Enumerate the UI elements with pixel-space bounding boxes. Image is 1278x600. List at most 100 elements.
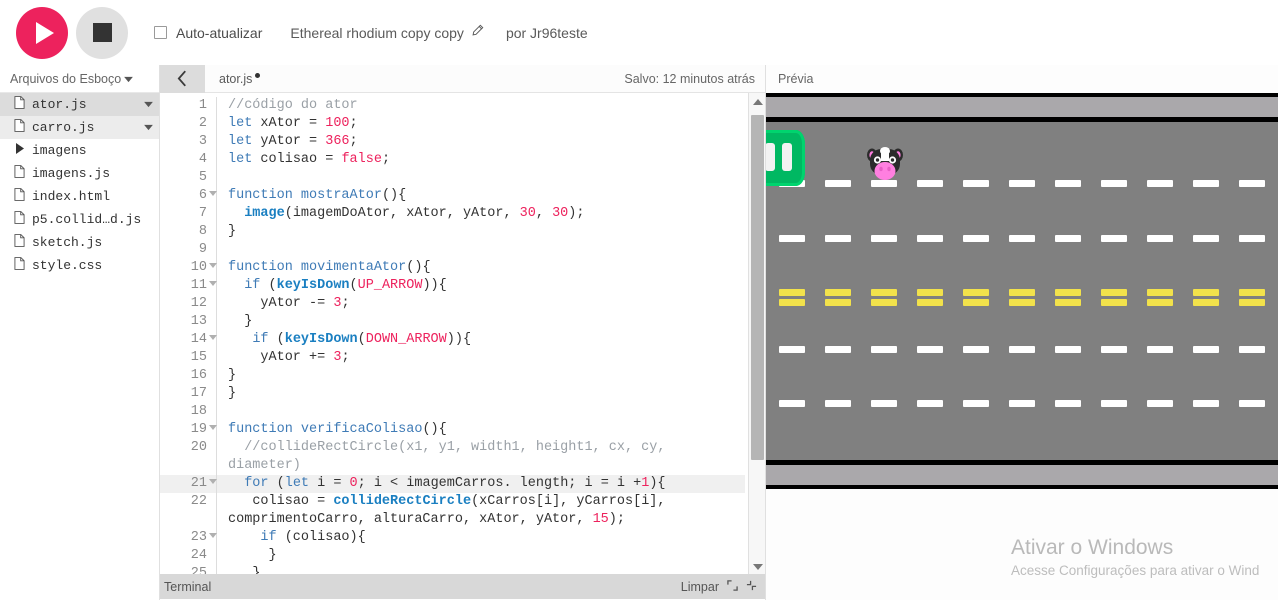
gutter-separator: [216, 277, 228, 295]
code-line-16[interactable]: 16}: [160, 367, 745, 385]
code-line-10[interactable]: 10 function movimentaAtor(){: [160, 259, 745, 277]
gutter-separator: [216, 115, 228, 133]
fold-toggle-icon[interactable]: [209, 191, 217, 196]
scroll-down-arrow-icon[interactable]: [749, 558, 765, 574]
file-list: ator.js carro.js imagens imagens.js index.ht…: [0, 93, 159, 277]
lane-dash: [1055, 400, 1081, 407]
file-options-caret-icon[interactable]: [144, 120, 153, 135]
fold-toggle-icon[interactable]: [209, 533, 217, 538]
line-number-17: 17: [190, 386, 207, 401]
line-number-14: 14: [160, 331, 217, 349]
folder-icon: [15, 143, 25, 158]
code-text: image(imagemDoAtor, xAtor, yAtor, 30, 30…: [244, 206, 585, 221]
code-line-22[interactable]: 22 colisao = collideRectCircle(xCarros[i…: [160, 493, 745, 529]
lane-dash: [917, 400, 943, 407]
lane-dash: [1193, 180, 1219, 187]
run-sketch-button[interactable]: [16, 6, 68, 59]
stop-sketch-button[interactable]: [76, 6, 128, 59]
lane-dash: [779, 289, 805, 296]
line-number-5: 5: [198, 170, 207, 185]
collapse-console-icon[interactable]: [746, 578, 757, 596]
expand-console-icon[interactable]: [727, 578, 738, 596]
lane-dash: [825, 299, 851, 306]
lane-dash: [1009, 180, 1035, 187]
active-file-tab[interactable]: ator.js: [219, 72, 261, 86]
code-line-23[interactable]: 23 if (colisao){: [160, 529, 745, 547]
auto-refresh-toggle[interactable]: Auto-atualizar: [154, 25, 262, 41]
fold-toggle-icon[interactable]: [209, 263, 217, 268]
scrollbar-thumb[interactable]: [751, 115, 764, 460]
lane-dash: [1239, 299, 1265, 306]
line-number-25: 25: [190, 566, 207, 575]
fold-toggle-icon[interactable]: [209, 479, 217, 484]
sidebar-header[interactable]: Arquivos do Esboço: [0, 65, 159, 93]
code-line-2[interactable]: 2 let xAtor = 100;: [160, 115, 745, 133]
code-line-19[interactable]: 19 function verificaColisao(){: [160, 421, 745, 439]
code-line-15[interactable]: 15 yAtor += 3;: [160, 349, 745, 367]
gutter-separator: [216, 169, 228, 187]
code-text: let yAtor = 366;: [228, 134, 358, 149]
code-line-24[interactable]: 24 }: [160, 547, 745, 565]
code-editor[interactable]: 1 //código do ator 2 let xAtor = 100; 3 let y…: [160, 93, 765, 575]
line-number-13: 13: [190, 314, 207, 329]
sketch-canvas[interactable]: [766, 93, 1278, 493]
file-item-p5-collid-d-js[interactable]: p5.collid…d.js: [0, 208, 159, 231]
lane-dash: [1009, 400, 1035, 407]
file-item-ator-js[interactable]: ator.js: [0, 93, 159, 116]
code-line-21[interactable]: 21 for (let i = 0; i < imagemCarros. len…: [160, 475, 745, 493]
fold-toggle-icon[interactable]: [209, 335, 217, 340]
lane-dash: [1009, 299, 1035, 306]
code-line-3[interactable]: 3 let yAtor = 366;: [160, 133, 745, 151]
lane-dash: [1193, 346, 1219, 353]
sidewalk-bottom: [766, 465, 1278, 485]
fold-toggle-icon[interactable]: [209, 281, 217, 286]
code-line-9[interactable]: 9: [160, 241, 745, 259]
code-line-12[interactable]: 12 yAtor -= 3;: [160, 295, 745, 313]
line-number-9: 9: [198, 242, 207, 257]
line-number-22: 22: [190, 494, 207, 509]
lane-dash: [825, 400, 851, 407]
code-line-17[interactable]: 17}: [160, 385, 745, 403]
auto-refresh-checkbox[interactable]: [154, 26, 167, 39]
file-name-label: index.html: [32, 189, 111, 204]
editor-vertical-scrollbar[interactable]: [748, 93, 765, 574]
lane-dash-row-5: [766, 346, 1278, 353]
file-item-imagens[interactable]: imagens: [0, 139, 159, 162]
fold-toggle-icon[interactable]: [209, 425, 217, 430]
gutter-separator: [216, 313, 228, 331]
pencil-icon[interactable]: [471, 24, 484, 42]
code-line-7[interactable]: 7 image(imagemDoAtor, xAtor, yAtor, 30, …: [160, 205, 745, 223]
file-options-caret-icon[interactable]: [144, 97, 153, 112]
code-line-1[interactable]: 1 //código do ator: [160, 97, 745, 115]
code-line-8[interactable]: 8}: [160, 223, 745, 241]
code-line-14[interactable]: 14 if (keyIsDown(DOWN_ARROW)){: [160, 331, 745, 349]
lane-dash: [825, 235, 851, 242]
collapse-sidebar-button[interactable]: [160, 64, 205, 93]
gutter-separator: [216, 547, 228, 565]
code-line-18[interactable]: 18: [160, 403, 745, 421]
clear-console-button[interactable]: Limpar: [681, 580, 719, 594]
lane-dash: [1009, 346, 1035, 353]
file-item-sketch-js[interactable]: sketch.js: [0, 231, 159, 254]
file-name-label: p5.collid…d.js: [32, 212, 142, 227]
code-lines-container[interactable]: 1 //código do ator 2 let xAtor = 100; 3 let y…: [160, 93, 745, 575]
code-line-4[interactable]: 4 let colisao = false;: [160, 151, 745, 169]
code-line-20[interactable]: 20 //collideRectCircle(x1, y1, width1, h…: [160, 439, 745, 475]
code-line-5[interactable]: 5: [160, 169, 745, 187]
gutter-separator: [216, 403, 228, 421]
lane-dash: [1101, 400, 1127, 407]
scroll-up-arrow-icon[interactable]: [749, 93, 765, 110]
file-item-imagens-js[interactable]: imagens.js: [0, 162, 159, 185]
code-line-25[interactable]: 25 }: [160, 565, 745, 575]
file-item-style-css[interactable]: style.css: [0, 254, 159, 277]
code-line-6[interactable]: 6 function mostraAtor(){: [160, 187, 745, 205]
code-line-11[interactable]: 11 if (keyIsDown(UP_ARROW)){: [160, 277, 745, 295]
terminal-bar[interactable]: Terminal Limpar: [160, 575, 765, 599]
code-line-13[interactable]: 13 }: [160, 313, 745, 331]
file-item-index-html[interactable]: index.html: [0, 185, 159, 208]
caret-down-icon[interactable]: [124, 70, 134, 88]
file-item-carro-js[interactable]: carro.js: [0, 116, 159, 139]
preview-panel: Prévia Ativar o Windows Acesse Configura…: [765, 65, 1278, 600]
lane-dash: [963, 289, 989, 296]
